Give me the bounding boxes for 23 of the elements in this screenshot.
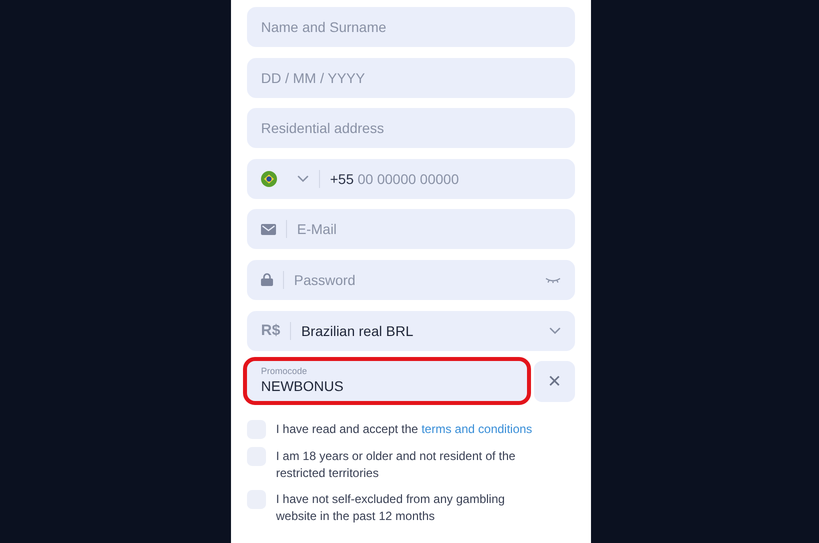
envelope-icon xyxy=(261,224,276,235)
agreement-text: I am 18 years or older and not resident of the restricted territories xyxy=(276,448,516,482)
field-value: NEWBONUS xyxy=(261,377,344,396)
terms-link[interactable]: terms and conditions xyxy=(421,422,532,436)
phone-field[interactable]: +55 00 00000 00000 xyxy=(247,158,575,199)
promocode-field[interactable]: Promocode NEWBONUS xyxy=(247,361,527,402)
field-label: Promocode xyxy=(261,366,308,378)
agreement-text: I have read and accept the terms and conditions xyxy=(276,421,534,438)
chevron-down-icon[interactable] xyxy=(549,326,561,335)
lock-icon xyxy=(261,273,273,286)
input-field[interactable]: Residential address xyxy=(247,108,575,148)
password-field[interactable]: Password xyxy=(247,260,575,300)
input-field[interactable]: DD / MM / YYYY xyxy=(247,58,575,98)
brazil-flag-icon xyxy=(261,170,277,187)
input-field[interactable]: Name and Surname xyxy=(247,7,575,47)
currency-select[interactable]: R$ Brazilian real BRL xyxy=(247,310,575,351)
currency-value: Brazilian real BRL xyxy=(301,322,414,339)
currency-symbol: R$ xyxy=(261,322,280,340)
chevron-down-icon[interactable] xyxy=(297,174,309,183)
close-button[interactable]: ✕ xyxy=(534,361,575,402)
closed-eye-icon[interactable] xyxy=(545,276,561,283)
email-field[interactable]: E-Mail xyxy=(247,209,575,250)
agreement-text: I have not self-excluded from any gambling website in the past 12 months xyxy=(276,491,506,526)
